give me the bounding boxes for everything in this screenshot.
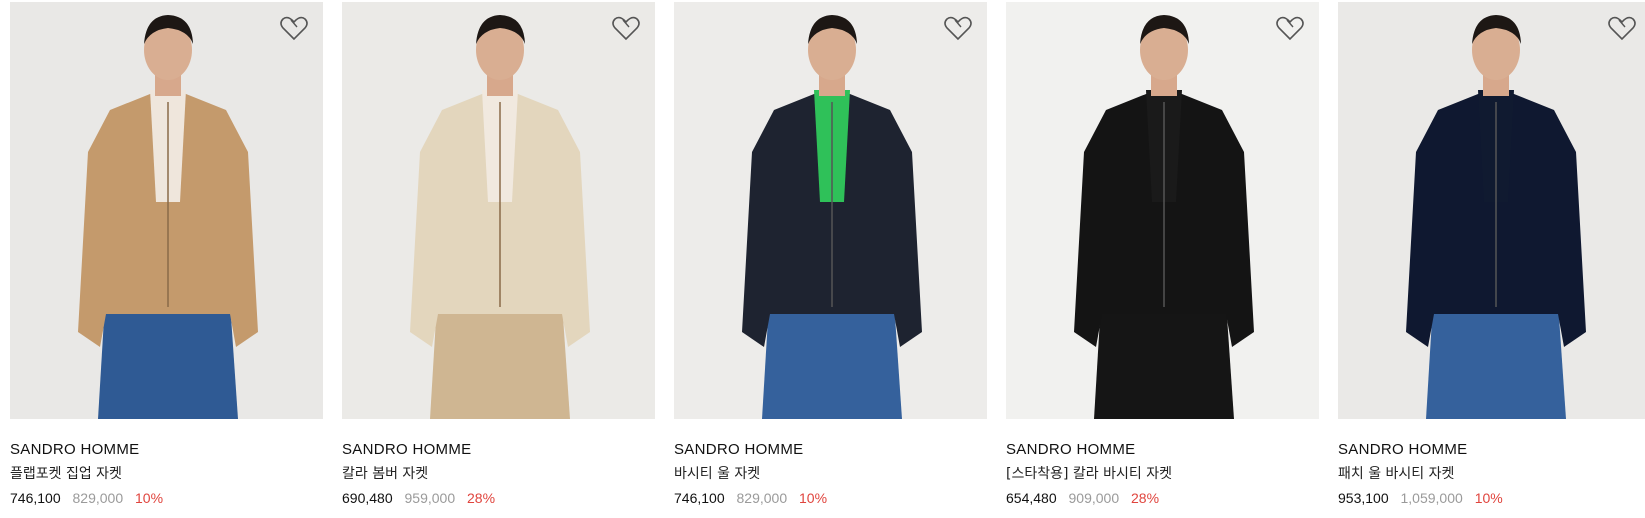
product-prices: 746,100 829,000 10% bbox=[674, 489, 987, 507]
product-name[interactable]: 패치 울 바시티 자켓 bbox=[1338, 465, 1645, 483]
original-price: 959,000 bbox=[404, 490, 456, 506]
product-prices: 746,100 829,000 10% bbox=[10, 489, 323, 507]
discount-rate: 28% bbox=[467, 490, 496, 506]
product-brand[interactable]: SANDRO HOMME bbox=[1338, 441, 1645, 459]
product-card[interactable]: SANDRO HOMME 바시티 울 자켓 746,100 829,000 10… bbox=[674, 2, 987, 507]
product-image[interactable] bbox=[1006, 2, 1319, 419]
product-card[interactable]: SANDRO HOMME 패치 울 바시티 자켓 953,100 1,059,0… bbox=[1338, 2, 1645, 507]
product-brand[interactable]: SANDRO HOMME bbox=[10, 441, 323, 459]
product-brand[interactable]: SANDRO HOMME bbox=[1006, 441, 1319, 459]
discount-rate: 10% bbox=[1474, 490, 1503, 506]
product-image[interactable] bbox=[10, 2, 323, 419]
original-price: 829,000 bbox=[736, 490, 788, 506]
product-name[interactable]: 플랩포켓 집업 자켓 bbox=[10, 465, 323, 483]
sale-price: 654,480 bbox=[1006, 490, 1057, 506]
model-photo bbox=[1338, 2, 1645, 419]
product-image[interactable] bbox=[342, 2, 655, 419]
product-image[interactable] bbox=[1338, 2, 1645, 419]
product-name[interactable]: 바시티 울 자켓 bbox=[674, 465, 987, 483]
product-prices: 690,480 959,000 28% bbox=[342, 489, 655, 507]
product-card[interactable]: SANDRO HOMME 칼라 봄버 자켓 690,480 959,000 28… bbox=[342, 2, 655, 507]
product-brand[interactable]: SANDRO HOMME bbox=[342, 441, 655, 459]
product-card[interactable]: SANDRO HOMME 플랩포켓 집업 자켓 746,100 829,000 … bbox=[10, 2, 323, 507]
wishlist-heart-icon[interactable] bbox=[943, 16, 973, 42]
model-photo bbox=[1006, 2, 1319, 419]
sale-price: 953,100 bbox=[1338, 490, 1389, 506]
discount-rate: 28% bbox=[1131, 490, 1160, 506]
sale-price: 690,480 bbox=[342, 490, 393, 506]
model-photo bbox=[10, 2, 323, 419]
product-prices: 953,100 1,059,000 10% bbox=[1338, 489, 1645, 507]
product-name[interactable]: [스타착용] 칼라 바시티 자켓 bbox=[1006, 465, 1319, 483]
wishlist-heart-icon[interactable] bbox=[1275, 16, 1305, 42]
model-photo bbox=[342, 2, 655, 419]
product-image[interactable] bbox=[674, 2, 987, 419]
sale-price: 746,100 bbox=[10, 490, 61, 506]
wishlist-heart-icon[interactable] bbox=[1607, 16, 1637, 42]
product-brand[interactable]: SANDRO HOMME bbox=[674, 441, 987, 459]
discount-rate: 10% bbox=[135, 490, 164, 506]
wishlist-heart-icon[interactable] bbox=[279, 16, 309, 42]
model-photo bbox=[674, 2, 987, 419]
original-price: 829,000 bbox=[72, 490, 124, 506]
product-prices: 654,480 909,000 28% bbox=[1006, 489, 1319, 507]
wishlist-heart-icon[interactable] bbox=[611, 16, 641, 42]
product-card[interactable]: SANDRO HOMME [스타착용] 칼라 바시티 자켓 654,480 90… bbox=[1006, 2, 1319, 507]
original-price: 1,059,000 bbox=[1400, 490, 1463, 506]
sale-price: 746,100 bbox=[674, 490, 725, 506]
product-grid: SANDRO HOMME 플랩포켓 집업 자켓 746,100 829,000 … bbox=[10, 2, 1645, 507]
discount-rate: 10% bbox=[799, 490, 828, 506]
product-name[interactable]: 칼라 봄버 자켓 bbox=[342, 465, 655, 483]
original-price: 909,000 bbox=[1068, 490, 1120, 506]
